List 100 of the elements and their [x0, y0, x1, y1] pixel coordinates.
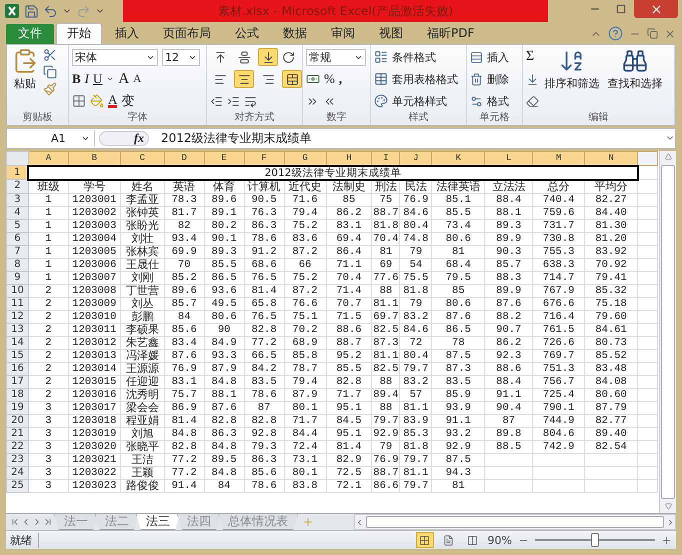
view-icon[interactable] [419, 534, 430, 546]
fill-icon[interactable] [526, 72, 539, 86]
styles-menu-item[interactable]: 条件格式 [392, 50, 436, 65]
wrap-text-icon[interactable] [244, 94, 257, 108]
save-icon[interactable] [24, 4, 39, 18]
fill-color-icon[interactable] [90, 94, 104, 108]
shrink-font-button[interactable]: A [133, 73, 142, 86]
increase-indent-icon[interactable] [227, 94, 240, 108]
align-right-icon[interactable] [262, 72, 274, 86]
styles-menu-item[interactable]: 套用表格格式 [392, 72, 458, 87]
phonetic-button[interactable]: 变 [121, 92, 134, 110]
paste-label[interactable]: 粘贴 [14, 76, 36, 91]
scroll-down-icon[interactable] [664, 504, 672, 511]
cells-menu-item[interactable]: 格式 [487, 94, 509, 109]
column-header[interactable]: F [244, 151, 284, 166]
help-icon[interactable] [608, 26, 623, 42]
grow-font-button[interactable]: A [118, 70, 130, 88]
align-bottom-button[interactable] [258, 48, 278, 66]
insert-icon[interactable] [470, 50, 483, 64]
cells-menu-item[interactable]: 插入 [487, 50, 509, 65]
align-center-button[interactable] [234, 70, 254, 88]
column-header[interactable]: G [284, 151, 326, 166]
format-icon[interactable] [470, 94, 483, 108]
last-sheet-icon[interactable] [43, 517, 53, 528]
find-select-button[interactable]: 查找和选择 [608, 76, 662, 91]
conditional-format-icon[interactable] [374, 50, 388, 64]
file-tab[interactable]: 文件 [6, 24, 54, 44]
row-header[interactable]: 8 [6, 258, 28, 272]
row-header[interactable]: 16 [6, 362, 28, 376]
close-icon[interactable] [664, 28, 676, 40]
view-icon[interactable] [443, 534, 454, 546]
row-header[interactable]: 15 [6, 349, 28, 362]
row-header[interactable]: 13 [6, 323, 28, 336]
column-header[interactable]: D [164, 151, 204, 166]
bold-button[interactable]: B [72, 71, 81, 88]
ribbon-tab[interactable]: 视图 [368, 22, 414, 44]
align-left-icon[interactable] [214, 72, 226, 86]
table-format-icon[interactable] [374, 72, 388, 86]
cut-icon[interactable] [43, 48, 57, 62]
excel-logo-icon[interactable] [4, 3, 20, 19]
first-sheet-icon[interactable] [10, 517, 20, 528]
view-icon[interactable] [467, 534, 478, 546]
column-header[interactable]: C [120, 151, 164, 166]
row-header[interactable]: 25 [6, 479, 28, 492]
column-header[interactable]: J [400, 151, 432, 166]
row-header[interactable]: 5 [6, 219, 28, 232]
cells-menu-item[interactable]: 删除 [487, 72, 509, 87]
undo-icon[interactable] [43, 4, 58, 18]
row-header[interactable]: 10 [6, 284, 28, 298]
font-size-field[interactable]: 12 [162, 48, 200, 66]
cell-style-icon[interactable] [374, 94, 388, 108]
ribbon-tab[interactable]: 页面布局 [152, 22, 222, 44]
sheet-tab[interactable]: 法三 [136, 514, 180, 530]
row-header[interactable]: 17 [6, 375, 28, 388]
ribbon-tab[interactable]: 审阅 [320, 22, 366, 44]
row-header[interactable]: 22 [6, 440, 28, 454]
zoom-in-icon[interactable] [661, 534, 672, 546]
styles-menu-item[interactable]: 单元格样式 [392, 94, 447, 109]
underline-button[interactable]: U [93, 71, 102, 88]
number-format-field[interactable]: 常规 [306, 48, 366, 66]
column-header[interactable]: E [204, 151, 244, 166]
row-header[interactable]: 4 [6, 206, 28, 220]
row-header[interactable]: 21 [6, 427, 28, 440]
ribbon-tab[interactable]: 开始 [56, 22, 102, 44]
title-cell[interactable]: 2012级法律专业期末成绩单 [28, 166, 638, 180]
column-header[interactable]: I [372, 151, 400, 166]
find-icon[interactable] [622, 48, 648, 74]
row-header[interactable]: 14 [6, 336, 28, 350]
column-header[interactable]: L [484, 151, 533, 166]
sort-filter-button[interactable]: 排序和筛选 [544, 76, 600, 91]
ribbon-tab[interactable]: 数据 [272, 22, 318, 44]
scroll-up-icon[interactable] [664, 153, 672, 160]
row-header[interactable]: 6 [6, 232, 28, 246]
italic-button[interactable]: I [84, 71, 90, 88]
column-header[interactable]: N [584, 151, 638, 166]
font-name-field[interactable]: 宋体 [72, 48, 158, 66]
row-header[interactable]: 19 [6, 401, 28, 414]
borders-icon[interactable] [72, 94, 86, 108]
clear-icon[interactable] [526, 94, 539, 108]
column-header[interactable]: M [532, 151, 585, 166]
font-color-button[interactable]: A [108, 94, 118, 108]
row-header[interactable]: 11 [6, 297, 28, 310]
merge-icon[interactable] [286, 72, 298, 86]
percent-button[interactable]: % [324, 71, 335, 88]
copy-icon[interactable] [43, 64, 57, 79]
row-header[interactable]: 23 [6, 453, 28, 466]
normal-view-button[interactable] [416, 532, 434, 548]
row-header[interactable]: 20 [6, 414, 28, 428]
zoom-slider-thumb[interactable] [591, 533, 599, 548]
row-header[interactable]: 7 [6, 245, 28, 258]
row-header[interactable]: 18 [6, 388, 28, 402]
row-header[interactable]: 3 [6, 193, 28, 206]
row-header[interactable]: 9 [6, 271, 28, 284]
merge-center-button[interactable] [282, 70, 302, 88]
close-button[interactable] [634, 0, 678, 18]
ribbon-tab[interactable]: 公式 [224, 22, 270, 44]
scrollbar-thumb[interactable] [661, 164, 675, 500]
ribbon-tab[interactable]: 福昕PDF [416, 22, 486, 44]
column-header[interactable]: H [326, 151, 372, 166]
row-header[interactable]: 2 [6, 180, 28, 194]
